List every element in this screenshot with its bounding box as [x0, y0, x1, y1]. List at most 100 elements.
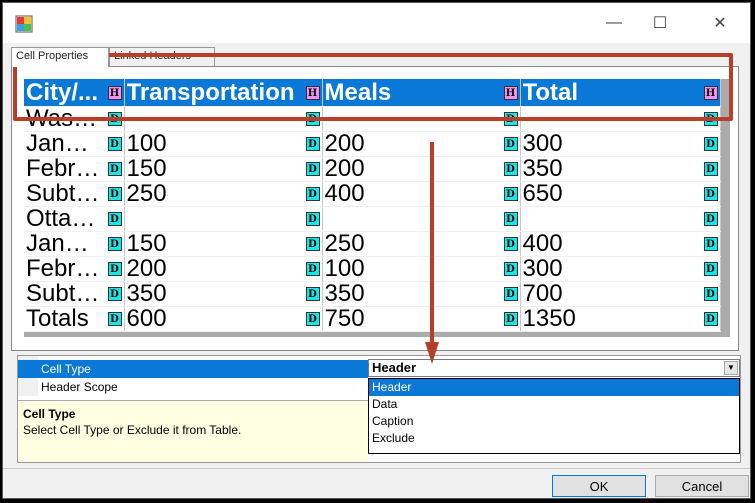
- data-cell[interactable]: D: [322, 206, 521, 232]
- minimize-button[interactable]: —: [591, 3, 637, 43]
- data-cell-badge: D: [305, 137, 320, 151]
- header-row-highlight: [13, 53, 733, 121]
- data-cell[interactable]: February D: [24, 256, 125, 282]
- data-cell-badge: D: [107, 287, 122, 301]
- cell-text: 300: [522, 132, 563, 156]
- data-cell-badge: D: [107, 187, 122, 201]
- maximize-button[interactable]: ☐: [637, 3, 683, 43]
- data-cell-badge: D: [107, 162, 122, 176]
- data-cell-badge: D: [305, 187, 320, 201]
- data-cell[interactable]: Totals D: [24, 306, 125, 332]
- table-row: January D 100 D 200 D 300 D: [24, 131, 721, 157]
- cell-type-dropdown-value: Header: [372, 360, 417, 375]
- chevron-down-icon[interactable]: ▼: [724, 361, 738, 375]
- data-cell[interactable]: 150 D: [124, 156, 323, 182]
- title-bar: — ☐ ✕: [3, 3, 750, 43]
- property-description: Cell Type Select Cell Type or Exclude it…: [18, 400, 368, 462]
- data-cell-badge: D: [503, 287, 518, 301]
- cell-text: 100: [324, 257, 365, 281]
- data-cell[interactable]: 250 D: [124, 181, 323, 207]
- cell-text: 350: [126, 282, 167, 306]
- data-cell-badge: D: [703, 287, 718, 301]
- data-cell[interactable]: Subtotal D: [24, 181, 125, 207]
- data-cell[interactable]: 400 D: [520, 231, 721, 257]
- data-cell[interactable]: 200 D: [322, 131, 521, 157]
- data-cell[interactable]: 200 D: [322, 156, 521, 182]
- cell-text: 200: [324, 157, 365, 181]
- data-cell-badge: D: [703, 312, 718, 326]
- data-cell-badge: D: [503, 262, 518, 276]
- cell-text: 650: [522, 182, 563, 206]
- data-cell-badge: D: [107, 237, 122, 251]
- data-cell-badge: D: [305, 162, 320, 176]
- cell-text: 600: [126, 307, 167, 331]
- cell-text: 250: [126, 182, 167, 206]
- cell-text: 700: [522, 282, 563, 306]
- data-cell[interactable]: 600 D: [124, 306, 323, 332]
- option-caption[interactable]: Caption: [369, 413, 739, 430]
- tab-cell-properties[interactable]: Cell Properties: [11, 47, 109, 67]
- data-cell-badge: D: [703, 187, 718, 201]
- close-button[interactable]: ✕: [697, 3, 743, 43]
- property-header-scope[interactable]: Header Scope: [18, 378, 368, 396]
- data-cell[interactable]: 350 D: [520, 156, 721, 182]
- table-row: February D 150 D 200 D 350 D: [24, 156, 721, 182]
- data-cell[interactable]: 100 D: [124, 131, 323, 157]
- cell-text: 150: [126, 232, 167, 256]
- data-cell[interactable]: 300 D: [520, 131, 721, 157]
- option-header[interactable]: Header: [369, 379, 739, 396]
- table-row: January D 150 D 250 D 400 D: [24, 231, 721, 257]
- data-cell[interactable]: 200 D: [124, 256, 323, 282]
- cancel-button[interactable]: Cancel: [655, 475, 749, 497]
- table-row: Subtotal D 250 D 400 D 650 D: [24, 181, 721, 207]
- data-cell-badge: D: [305, 262, 320, 276]
- property-cell-type[interactable]: Cell Type: [18, 360, 368, 378]
- data-cell-badge: D: [703, 137, 718, 151]
- option-data[interactable]: Data: [369, 396, 739, 413]
- data-cell-badge: D: [305, 287, 320, 301]
- data-cell[interactable]: 700 D: [520, 281, 721, 307]
- data-cell-badge: D: [503, 162, 518, 176]
- data-cell[interactable]: 350 D: [322, 281, 521, 307]
- data-cell[interactable]: 650 D: [520, 181, 721, 207]
- ok-button[interactable]: OK: [552, 475, 646, 497]
- data-cell[interactable]: 250 D: [322, 231, 521, 257]
- data-cell[interactable]: Ottawa D: [24, 206, 125, 232]
- data-cell[interactable]: 400 D: [322, 181, 521, 207]
- data-cell-badge: D: [703, 212, 718, 226]
- data-cell[interactable]: 350 D: [124, 281, 323, 307]
- data-cell[interactable]: D: [124, 206, 323, 232]
- data-cell[interactable]: 100 D: [322, 256, 521, 282]
- data-cell[interactable]: January D: [24, 131, 125, 157]
- app-icon: [15, 15, 33, 33]
- option-exclude[interactable]: Exclude: [369, 430, 739, 447]
- cell-type-dropdown[interactable]: Header ▼: [368, 359, 740, 377]
- data-cell-badge: D: [107, 137, 122, 151]
- table-row: Totals D 600 D 750 D 1350 D: [24, 306, 721, 332]
- data-cell[interactable]: 1350 D: [520, 306, 721, 332]
- cell-text: 200: [324, 132, 365, 156]
- data-cell-badge: D: [503, 187, 518, 201]
- data-cell[interactable]: D: [520, 206, 721, 232]
- data-cell[interactable]: 150 D: [124, 231, 323, 257]
- data-cell-badge: D: [107, 212, 122, 226]
- table-row: February D 200 D 100 D 300 D: [24, 256, 721, 282]
- data-cell[interactable]: 750 D: [322, 306, 521, 332]
- footer-separator: [3, 468, 750, 469]
- data-cell-badge: D: [503, 137, 518, 151]
- description-title: Cell Type: [23, 407, 76, 421]
- cell-text: 400: [324, 182, 365, 206]
- data-cell[interactable]: 300 D: [520, 256, 721, 282]
- cell-text: 400: [522, 232, 563, 256]
- data-cell-badge: D: [703, 237, 718, 251]
- cell-text: 350: [324, 282, 365, 306]
- data-cell[interactable]: Subtotal D: [24, 281, 125, 307]
- cell-text: 150: [126, 157, 167, 181]
- description-text: Select Cell Type or Exclude it from Tabl…: [23, 423, 242, 437]
- cell-text: 250: [324, 232, 365, 256]
- cell-text: 750: [324, 307, 365, 331]
- data-cell[interactable]: January D: [24, 231, 125, 257]
- data-cell[interactable]: February D: [24, 156, 125, 182]
- data-cell-badge: D: [503, 312, 518, 326]
- annotation-arrow-icon: [425, 142, 439, 364]
